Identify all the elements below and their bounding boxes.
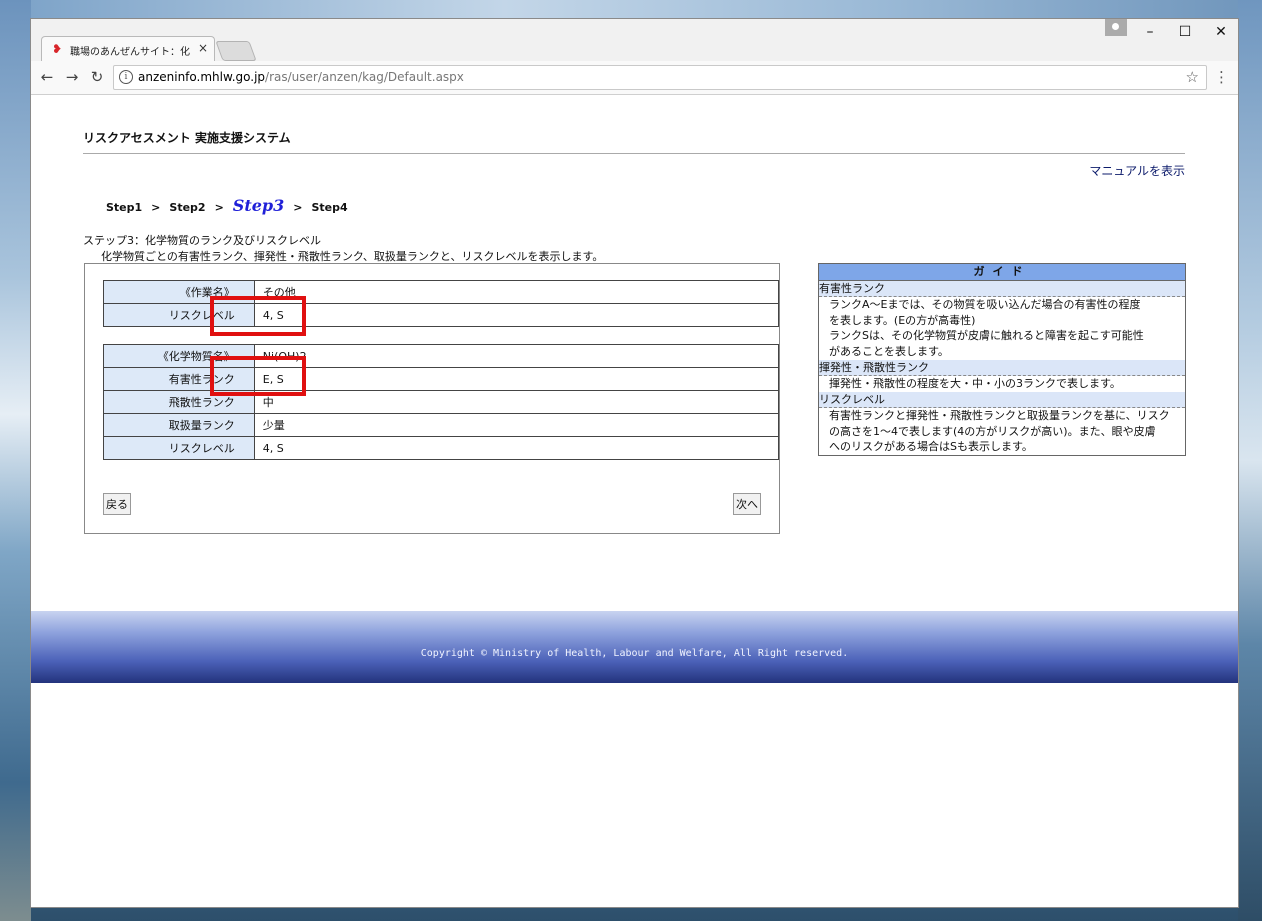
guide-section-heading: 揮発性・飛散性ランク xyxy=(819,360,1185,376)
url-domain: anzeninfo.mhlw.go.jp xyxy=(138,70,266,84)
highlight-box-risk-level xyxy=(210,296,306,336)
step-2: Step2 xyxy=(169,201,206,214)
table-row: 《作業名》 その他 xyxy=(103,280,780,304)
new-tab-button[interactable] xyxy=(215,41,257,61)
highlight-box-hazard-rank xyxy=(210,356,306,396)
guide-section-body: 揮発性・飛散性の程度を大・中・小の3ランクで表します。 xyxy=(829,376,1181,392)
chemical-risk-level-label: リスクレベル xyxy=(103,436,255,460)
chemical-risk-level-value: 4, S xyxy=(253,436,780,460)
browser-titlebar: ❥ 職場のあんぜんサイト：化学 × – ☐ ✕ xyxy=(31,19,1238,62)
desktop-background-left xyxy=(0,0,31,921)
guide-line: 揮発性・飛散性の程度を大・中・小の3ランクで表します。 xyxy=(829,377,1121,390)
work-risk-level-value: 4, S xyxy=(253,303,780,327)
minimize-button[interactable]: – xyxy=(1135,21,1165,43)
page-footer: Copyright © Ministry of Health, Labour a… xyxy=(31,611,1238,683)
quantity-rank-label: 取扱量ランク xyxy=(103,413,255,437)
forward-arrow-icon[interactable]: → xyxy=(62,67,82,87)
browser-toolbar: ← → ↻ i anzeninfo.mhlw.go.jp/ras/user/an… xyxy=(31,61,1238,95)
step-heading: ステップ3：化学物質のランク及びリスクレベル xyxy=(83,234,321,247)
site-favicon-icon: ❥ xyxy=(52,42,63,56)
step-1: Step1 xyxy=(106,201,143,214)
reload-icon[interactable]: ↻ xyxy=(87,67,107,87)
work-name-value: その他 xyxy=(253,280,780,304)
table-row: 飛散性ランク 中 xyxy=(103,390,780,414)
guide-panel: ガイド 有害性ランク ランクA〜Eまでは、その物質を吸い込んだ場合の有害性の程度… xyxy=(818,263,1186,456)
guide-section-heading: 有害性ランク xyxy=(819,281,1185,297)
step-description: 化学物質ごとの有害性ランク、揮発性・飛散性ランク、取扱量ランクと、リスクレベルを… xyxy=(101,250,604,263)
step-separator: > xyxy=(293,201,303,214)
guide-line: へのリスクがある場合はSも表示します。 xyxy=(829,440,1033,453)
guide-line: の高さを1〜4で表します(4の方がリスクが高い)。また、眼や皮膚 xyxy=(829,424,1156,438)
guide-section-heading: リスクレベル xyxy=(819,392,1185,408)
hazard-rank-value: E, S xyxy=(253,367,780,391)
guide-line: ランクSは、その化学物質が皮膚に触れると障害を起こす可能性 xyxy=(829,329,1144,342)
guide-section-body: ランクA〜Eまでは、その物質を吸い込んだ場合の有害性の程度 を表します。(Eの方… xyxy=(829,297,1181,359)
chemical-table: 《化学物質名》 Ni(OH)2 有害性ランク E, S 飛散性ランク 中 取扱量… xyxy=(103,344,780,460)
address-bar[interactable]: i anzeninfo.mhlw.go.jp/ras/user/anzen/ka… xyxy=(113,65,1207,90)
copyright-text: Copyright © Ministry of Health, Labour a… xyxy=(420,648,849,659)
browser-tab[interactable]: ❥ 職場のあんぜんサイト：化学 × xyxy=(41,36,215,62)
manual-link[interactable]: マニュアルを表示 xyxy=(1089,162,1185,179)
table-row: 有害性ランク E, S xyxy=(103,367,780,391)
result-panel: 《作業名》 その他 リスクレベル 4, S 《化学物質名》 Ni(OH)2 有害… xyxy=(84,263,780,534)
table-row: 取扱量ランク 少量 xyxy=(103,413,780,437)
desktop-background-top xyxy=(0,0,1262,19)
dispersion-rank-value: 中 xyxy=(253,390,780,414)
system-title: リスクアセスメント 実施支援システム xyxy=(83,131,291,145)
step-breadcrumb: Step1 > Step2 > Step3 > Step4 xyxy=(106,196,348,215)
guide-title: ガイド xyxy=(819,264,1185,281)
back-button[interactable]: 戻る xyxy=(103,493,131,515)
chemical-name-value: Ni(OH)2 xyxy=(253,344,780,368)
table-row: 《化学物質名》 Ni(OH)2 xyxy=(103,344,780,368)
info-icon[interactable]: i xyxy=(119,70,133,84)
tab-title: 職場のあんぜんサイト：化学 xyxy=(70,47,190,58)
guide-section-body: 有害性ランクと揮発性・飛散性ランクと取扱量ランクを基に、リスク の高さを1〜4で… xyxy=(829,408,1181,455)
tab-close-icon[interactable]: × xyxy=(198,41,208,55)
desktop-background-right xyxy=(1238,0,1262,921)
back-arrow-icon[interactable]: ← xyxy=(37,67,57,87)
next-button[interactable]: 次へ xyxy=(733,493,761,515)
maximize-button[interactable]: ☐ xyxy=(1170,21,1200,43)
table-row: リスクレベル 4, S xyxy=(103,436,780,460)
url-text: anzeninfo.mhlw.go.jp/ras/user/anzen/kag/… xyxy=(138,70,464,84)
guide-line: があることを表します。 xyxy=(829,344,949,358)
bookmark-star-icon[interactable]: ☆ xyxy=(1186,68,1199,86)
close-window-button[interactable]: ✕ xyxy=(1206,21,1236,43)
quantity-rank-value: 少量 xyxy=(253,413,780,437)
guide-line: ランクA〜Eまでは、その物質を吸い込んだ場合の有害性の程度 xyxy=(829,298,1141,311)
step-3-current: Step3 xyxy=(232,196,285,215)
step-4: Step4 xyxy=(311,201,348,214)
work-table: 《作業名》 その他 リスクレベル 4, S xyxy=(103,280,780,327)
title-divider xyxy=(83,153,1185,154)
browser-menu-icon[interactable]: ⋮ xyxy=(1214,67,1229,87)
table-row: リスクレベル 4, S xyxy=(103,303,780,327)
step-separator: > xyxy=(151,201,161,214)
url-path: /ras/user/anzen/kag/Default.aspx xyxy=(265,70,464,84)
browser-window: ❥ 職場のあんぜんサイト：化学 × – ☐ ✕ ← → ↻ i anzeninf… xyxy=(31,19,1238,907)
profile-icon[interactable] xyxy=(1105,19,1127,36)
page-content: リスクアセスメント 実施支援システム マニュアルを表示 Step1 > Step2 >… xyxy=(31,95,1238,907)
guide-line: 有害性ランクと揮発性・飛散性ランクと取扱量ランクを基に、リスク xyxy=(829,409,1170,422)
step-separator: > xyxy=(214,201,224,214)
guide-line: を表します。(Eの方が高毒性) xyxy=(829,313,976,327)
